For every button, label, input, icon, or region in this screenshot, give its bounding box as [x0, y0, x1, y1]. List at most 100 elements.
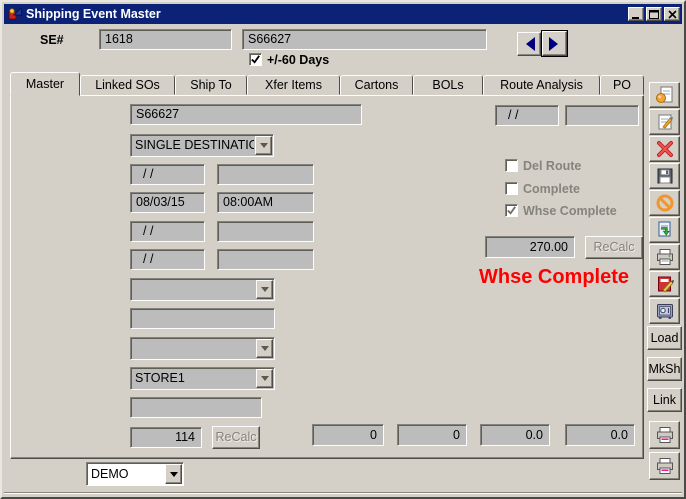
ship-via-combo-box [130, 278, 275, 301]
cid-combo[interactable]: DEMO [86, 462, 184, 486]
pickup-date-field[interactable]: / / [130, 221, 205, 242]
pickup-time-field[interactable] [217, 221, 314, 242]
carrier-field[interactable] [130, 308, 275, 329]
estimated-lbs-recalc-button[interactable]: ReCalc [212, 426, 260, 449]
type-combo-arrow[interactable] [255, 136, 272, 155]
se-number-field[interactable]: 1618 [99, 29, 232, 50]
days-range-checkbox[interactable] [249, 53, 262, 66]
current-cubes-field[interactable]: 0.0 [565, 424, 635, 446]
complete-label: Complete [523, 182, 580, 196]
arrow-left-icon [519, 37, 535, 51]
whse-complete-checkbox[interactable] [505, 204, 518, 217]
se-number-label: SE# [40, 33, 64, 47]
cutoff-date-field[interactable]: / / [130, 164, 205, 185]
del-route-label: Del Route [523, 159, 581, 173]
minimize-button[interactable] [628, 7, 644, 21]
shipping-event-master-window: Shipping Event Master SE# 1618 S66627 +/… [0, 0, 686, 499]
cid-combo-arrow[interactable] [165, 464, 182, 484]
max-cubes-field[interactable]: 0.0 [480, 424, 550, 446]
actual-ship-time-field[interactable] [565, 105, 639, 126]
truck-type-combo-arrow[interactable] [256, 339, 273, 358]
next-record-button[interactable] [542, 31, 567, 56]
tab-master[interactable]: Master [10, 72, 80, 96]
chevron-down-icon [261, 287, 269, 296]
safe-icon [655, 301, 675, 321]
save-floppy-icon [655, 166, 675, 186]
check-icon [250, 54, 261, 65]
printer-icon [655, 247, 675, 267]
se-name-search-field[interactable]: S66627 [242, 29, 487, 50]
safe-button[interactable] [649, 298, 680, 324]
red-notebook-pen-icon [655, 274, 675, 294]
on-site-date-field[interactable]: / / [130, 249, 205, 270]
close-button[interactable] [664, 7, 680, 21]
warehouse-combo-value: STORE1 [135, 369, 255, 387]
load-time-field[interactable]: 08:00AM [217, 192, 314, 213]
tab-xfer-items[interactable]: Xfer Items [247, 75, 340, 95]
tab-linked-sos[interactable]: Linked SOs [80, 75, 175, 95]
complete-checkbox[interactable] [505, 182, 518, 195]
print-button[interactable] [649, 244, 680, 270]
import-doc-icon [655, 220, 675, 240]
estimated-lbs-field[interactable]: 114 [130, 427, 202, 448]
estimated-value-recalc-button[interactable]: ReCalc [585, 236, 643, 259]
whse-complete-status-banner: Whse Complete [479, 266, 629, 289]
warehouse-combo-arrow[interactable] [256, 369, 273, 388]
cancel-circle-icon [655, 193, 675, 213]
tab-po[interactable]: PO [600, 75, 644, 95]
maximize-button[interactable] [646, 7, 662, 21]
se-name-field[interactable]: S66627 [130, 104, 362, 125]
previous-record-button[interactable] [517, 32, 541, 56]
cid-combo-value: DEMO [91, 465, 164, 483]
minimize-icon [631, 10, 641, 19]
arrow-right-icon [549, 37, 565, 51]
import-button[interactable] [649, 217, 680, 243]
sales-order-field[interactable] [130, 397, 262, 418]
max-lbs-field[interactable]: 0 [312, 424, 384, 446]
tab-route-analysis[interactable]: Route Analysis [483, 75, 600, 95]
cancel-button[interactable] [649, 190, 680, 216]
notes-button[interactable] [649, 271, 680, 297]
on-site-time-field[interactable] [217, 249, 314, 270]
check-icon [506, 205, 517, 216]
tab-bols[interactable]: BOLs [413, 75, 483, 95]
printer-icon [655, 425, 675, 445]
delete-button[interactable] [649, 136, 680, 162]
load-date-field[interactable]: 08/03/15 [130, 192, 205, 213]
mksh-button[interactable]: MkSh [647, 357, 682, 381]
ship-via-combo[interactable] [130, 278, 275, 301]
delete-x-icon [655, 139, 675, 159]
chevron-down-icon [260, 143, 268, 152]
edit-button[interactable] [649, 109, 680, 135]
del-route-checkbox[interactable] [505, 159, 518, 172]
maximize-icon [649, 10, 659, 19]
current-lbs-field[interactable]: 0 [397, 424, 467, 446]
chevron-down-icon [170, 472, 178, 481]
chevron-down-icon [261, 376, 269, 385]
truck-type-combo-box [130, 337, 275, 360]
warehouse-combo[interactable]: STORE1 [130, 367, 275, 390]
chevron-down-icon [261, 346, 269, 355]
ship-via-combo-arrow[interactable] [256, 280, 273, 299]
whse-complete-label: Whse Complete [523, 204, 617, 218]
new-note-button[interactable] [649, 82, 680, 108]
type-combo[interactable]: SINGLE DESTINATION [130, 134, 274, 157]
title-bar[interactable]: Shipping Event Master [4, 4, 682, 24]
actual-ship-date-field[interactable]: / / [495, 105, 559, 126]
days-range-label: +/-60 Days [267, 53, 329, 67]
estimated-value-field[interactable]: 270.00 [485, 236, 575, 258]
window-title: Shipping Event Master [26, 7, 161, 21]
tab-ship-to[interactable]: Ship To [175, 75, 247, 95]
new-note-icon [655, 85, 675, 105]
printer-icon [655, 456, 675, 476]
link-button[interactable]: Link [647, 388, 682, 412]
tab-cartons[interactable]: Cartons [340, 75, 413, 95]
save-button[interactable] [649, 163, 680, 189]
truck-type-combo[interactable] [130, 337, 275, 360]
bottom-divider [4, 492, 682, 494]
app-icon [8, 7, 24, 21]
print-report-button-2[interactable] [649, 452, 680, 480]
print-report-button-1[interactable] [649, 421, 680, 449]
load-button[interactable]: Load [647, 326, 682, 350]
cutoff-time-field[interactable] [217, 164, 314, 185]
